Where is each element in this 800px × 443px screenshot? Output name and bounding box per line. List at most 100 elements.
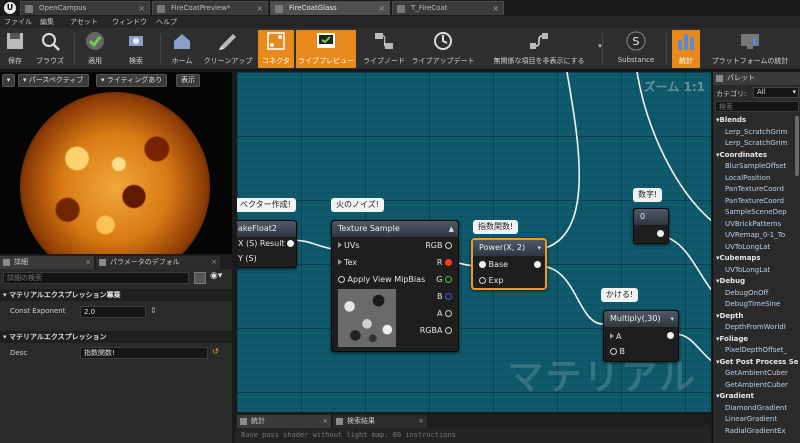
pin-multiply-output[interactable] bbox=[667, 331, 674, 340]
pin-exp[interactable]: Exp bbox=[479, 276, 503, 285]
palette-item[interactable]: UVBrickPatterns bbox=[725, 220, 781, 228]
close-icon[interactable]: × bbox=[322, 415, 328, 427]
tab-stats[interactable]: 統計 × bbox=[237, 415, 331, 428]
menu-file[interactable]: ファイル bbox=[4, 16, 32, 28]
toolbar-button-3[interactable]: 検索 bbox=[118, 30, 154, 68]
palette-category[interactable]: ▾Cubemaps bbox=[716, 254, 761, 262]
tab-details[interactable]: 詳細 × bbox=[0, 256, 94, 269]
palette-item[interactable]: BlurSampleOffset bbox=[725, 162, 786, 170]
toolbar-button-10[interactable]: 無関係な項目を非表示にする bbox=[480, 30, 598, 68]
toolbar-button-2[interactable]: 適用 bbox=[78, 30, 112, 68]
close-icon[interactable]: × bbox=[378, 2, 385, 15]
pin-rgb[interactable]: RGB bbox=[425, 241, 452, 250]
palette-item[interactable]: DebugOnOff bbox=[725, 289, 768, 297]
palette-category[interactable]: ▾Get Post Process Se bbox=[716, 358, 799, 366]
pin-a[interactable]: A bbox=[437, 309, 452, 318]
palette-category[interactable]: ▾Blends bbox=[716, 116, 746, 124]
toolbar-button-7[interactable]: ライブプレビュー bbox=[296, 30, 356, 68]
comment-noise[interactable]: 火のノイズ! bbox=[331, 198, 384, 212]
toolbar-button-8[interactable]: ライブノード bbox=[360, 30, 408, 68]
details-search-input[interactable] bbox=[3, 272, 189, 284]
material-graph-canvas[interactable]: ズーム 1:1 マテリアル ベクター作成! akeFloat2 X (S) Re… bbox=[235, 72, 711, 412]
node-constant[interactable]: 0 bbox=[633, 208, 669, 244]
toolbar-button-12[interactable]: 統計 bbox=[672, 30, 700, 68]
pin-y[interactable]: Y (S) bbox=[238, 254, 257, 263]
document-tab-1[interactable]: FireCoatPreview* × bbox=[152, 1, 268, 15]
pin-apply-view-mipbias[interactable]: Apply View MipBias bbox=[338, 275, 425, 284]
collapse-arrow-icon[interactable]: ▾ bbox=[537, 240, 541, 256]
close-icon[interactable]: × bbox=[85, 256, 91, 268]
close-icon[interactable]: × bbox=[418, 415, 424, 427]
pin-x-result[interactable]: X (S) Result bbox=[238, 239, 295, 248]
perspective-button[interactable]: ▾ パースペクティブ bbox=[18, 74, 89, 87]
close-icon[interactable]: × bbox=[492, 2, 499, 15]
toolbar-button-0[interactable]: 保存 bbox=[3, 30, 27, 68]
texture-thumbnail[interactable] bbox=[338, 289, 396, 347]
comment-vector[interactable]: ベクター作成! bbox=[237, 198, 296, 212]
lighting-button[interactable]: ▾ ライティングあり bbox=[96, 74, 168, 87]
palette-search-input[interactable] bbox=[715, 101, 799, 112]
const-exponent-field[interactable] bbox=[80, 306, 146, 318]
pin-power-output[interactable] bbox=[534, 260, 541, 269]
palette-item[interactable]: SampleSceneDep bbox=[725, 208, 787, 216]
palette-item[interactable]: LinearGradient bbox=[725, 415, 777, 423]
document-tab-0[interactable]: OpenCampus × bbox=[20, 1, 150, 15]
pin-r[interactable]: R bbox=[437, 258, 452, 267]
palette-item[interactable]: GetAmbientCuber bbox=[725, 381, 788, 389]
pin-uvs[interactable]: UVs bbox=[338, 241, 360, 250]
toolbar-button-13[interactable]: プラットフォームの統計 bbox=[704, 30, 796, 68]
pin-mult-a[interactable]: A bbox=[610, 332, 621, 341]
close-icon[interactable]: × bbox=[211, 256, 217, 268]
document-tab-2[interactable]: FireCoatGlass × bbox=[270, 1, 390, 15]
pin-constant-output[interactable] bbox=[657, 229, 664, 238]
palette-category[interactable]: ▾Depth bbox=[716, 312, 743, 320]
palette-item[interactable]: DepthFromWorldI bbox=[725, 323, 786, 331]
spin-arrows-icon[interactable]: ⇕ bbox=[150, 306, 157, 315]
palette-item[interactable]: DiamondGradient bbox=[725, 404, 787, 412]
menu-edit[interactable]: 編集 bbox=[40, 16, 54, 28]
toolbar-dropdown-icon[interactable]: ▾ bbox=[596, 42, 604, 52]
palette-category[interactable]: ▾Coordinates bbox=[716, 151, 767, 159]
palette-item[interactable]: Lerp_ScratchGrim bbox=[725, 128, 787, 136]
toolbar-button-4[interactable]: ホーム bbox=[164, 30, 200, 68]
pin-mult-b[interactable]: B bbox=[610, 347, 625, 356]
palette-item[interactable]: UVToLongLat bbox=[725, 243, 770, 251]
show-button[interactable]: 表示 bbox=[176, 74, 200, 87]
reset-icon[interactable]: ↺ bbox=[212, 347, 219, 356]
unreal-logo-icon[interactable]: U bbox=[4, 2, 16, 14]
pin-b[interactable]: B bbox=[437, 292, 452, 301]
node-makefloat2[interactable]: akeFloat2 X (S) Result Y (S) bbox=[237, 220, 297, 268]
node-power[interactable]: Power(X, 2) ▾ Base Exp bbox=[471, 238, 547, 290]
category-select[interactable]: All ▾ bbox=[753, 87, 799, 98]
palette-item[interactable]: RadialGradientEx bbox=[725, 427, 786, 435]
collapse-arrow-icon[interactable]: ▾ bbox=[670, 311, 674, 327]
document-tab-3[interactable]: T_FireCoat × bbox=[392, 1, 504, 15]
output-pin-icon[interactable] bbox=[287, 240, 295, 247]
menu-help[interactable]: ヘルプ bbox=[156, 16, 177, 28]
palette-item[interactable]: DebugTimeSine bbox=[725, 300, 780, 308]
toolbar-button-6[interactable]: コネクタ bbox=[258, 30, 294, 68]
palette-category[interactable]: ▾Debug bbox=[716, 277, 745, 285]
grid-view-icon[interactable] bbox=[194, 272, 206, 284]
desc-field[interactable] bbox=[80, 347, 208, 359]
palette-item[interactable]: PanTextureCoord bbox=[725, 185, 784, 193]
menu-asset[interactable]: アセット bbox=[70, 16, 98, 28]
toolbar-button-9[interactable]: ライブアップデート bbox=[410, 30, 476, 68]
pin-rgba[interactable]: RGBA bbox=[420, 326, 452, 335]
preview-viewport[interactable]: ▾ ▾ パースペクティブ ▾ ライティングあり 表示 ‹ bbox=[0, 72, 232, 254]
pin-base[interactable]: Base bbox=[479, 260, 508, 269]
palette-item[interactable]: LocalPosition bbox=[725, 174, 770, 182]
tab-palette[interactable]: パレット bbox=[713, 72, 800, 85]
node-multiply[interactable]: Multiply(,30) ▾ A B bbox=[603, 310, 679, 362]
palette-category[interactable]: ▾Gradient bbox=[716, 392, 754, 400]
pin-g[interactable]: G bbox=[436, 275, 452, 284]
comment-number[interactable]: 数字! bbox=[633, 188, 663, 202]
node-texture-sample[interactable]: Texture Sample ▲ UVs Tex Apply View MipBi… bbox=[331, 220, 459, 352]
tab-parameter-defaults[interactable]: パラメータのデフォル × bbox=[96, 256, 220, 269]
comment-exponential[interactable]: 指数関数! bbox=[473, 220, 519, 234]
close-icon[interactable]: × bbox=[138, 2, 145, 15]
tab-search-results[interactable]: 検索結果 × bbox=[333, 415, 427, 428]
palette-scrollbar[interactable] bbox=[795, 116, 799, 176]
palette-item[interactable]: UVToLongLat bbox=[725, 266, 770, 274]
toolbar-button-5[interactable]: クリーンアップ bbox=[200, 30, 256, 68]
